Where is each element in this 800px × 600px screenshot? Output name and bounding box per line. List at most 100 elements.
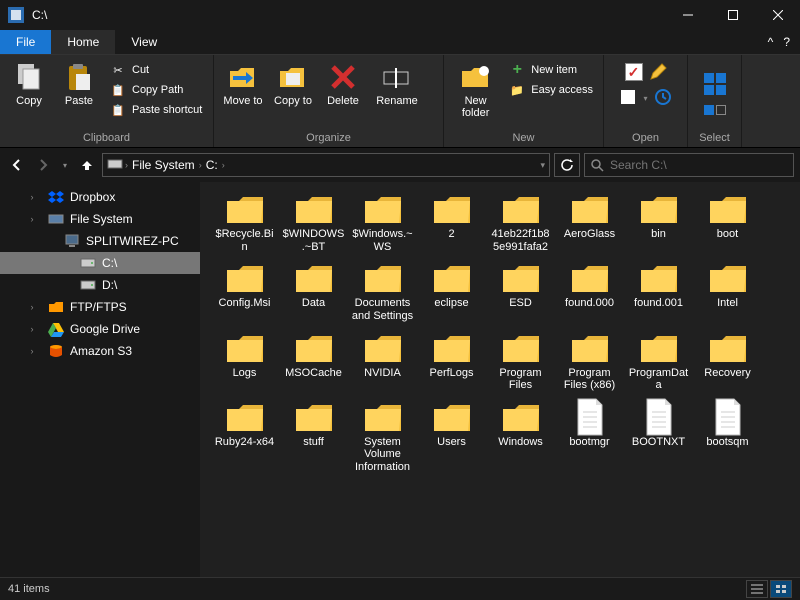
folder-icon xyxy=(705,259,750,297)
tab-home[interactable]: Home xyxy=(51,30,115,54)
up-button[interactable] xyxy=(76,154,98,176)
item-label: boot xyxy=(716,228,739,241)
copy-to-button[interactable]: Copy to xyxy=(270,59,316,109)
breadcrumb-root[interactable]: File System xyxy=(130,158,197,172)
item-label: ESD xyxy=(508,297,533,310)
maximize-button[interactable] xyxy=(710,0,755,30)
folder-item[interactable]: ProgramData xyxy=(626,329,691,392)
folder-item[interactable]: Logs xyxy=(212,329,277,392)
tree-item[interactable]: ›Google Drive xyxy=(0,318,200,340)
folder-icon xyxy=(360,398,405,436)
item-label: MSOCache xyxy=(284,367,343,380)
folder-item[interactable]: MSOCache xyxy=(281,329,346,392)
delete-button[interactable]: Delete xyxy=(320,59,366,109)
paste-button[interactable]: Paste xyxy=(56,59,102,109)
move-to-icon xyxy=(227,61,259,93)
select-all-icon[interactable] xyxy=(704,105,714,115)
easy-access-button[interactable]: 📁Easy access xyxy=(505,81,597,99)
tree-item[interactable]: ›Amazon S3 xyxy=(0,340,200,362)
tree-item[interactable]: ›File System xyxy=(0,208,200,230)
item-label: Logs xyxy=(232,367,258,380)
folder-item[interactable]: boot xyxy=(695,190,760,253)
folder-item[interactable]: $Windows.~WS xyxy=(350,190,415,253)
file-item[interactable]: BOOTNXT xyxy=(626,398,691,474)
folder-item[interactable]: System Volume Information xyxy=(350,398,415,474)
history-dropdown[interactable]: ▾ xyxy=(58,154,72,176)
refresh-button[interactable] xyxy=(554,153,580,177)
item-label: Users xyxy=(436,436,467,449)
paste-shortcut-button[interactable]: 📋Paste shortcut xyxy=(106,101,206,119)
tree-item[interactable]: C:\ xyxy=(0,252,200,274)
ribbon-collapse-icon[interactable]: ^ xyxy=(768,35,774,49)
select-none-icon[interactable] xyxy=(716,105,726,115)
tab-view[interactable]: View xyxy=(115,30,173,54)
folder-item[interactable]: AeroGlass xyxy=(557,190,622,253)
new-folder-button[interactable]: New folder xyxy=(450,59,501,121)
copy-path-button[interactable]: 📋Copy Path xyxy=(106,81,206,99)
file-grid: $Recycle.Bin$WINDOWS.~BT$Windows.~WS241e… xyxy=(200,182,800,577)
tree-item[interactable]: ›FTP/FTPS xyxy=(0,296,200,318)
folder-item[interactable]: PerfLogs xyxy=(419,329,484,392)
folder-item[interactable]: 2 xyxy=(419,190,484,253)
folder-item[interactable]: eclipse xyxy=(419,259,484,322)
folder-item[interactable]: Ruby24-x64 xyxy=(212,398,277,474)
folder-item[interactable]: bin xyxy=(626,190,691,253)
folder-item[interactable]: $WINDOWS.~BT xyxy=(281,190,346,253)
folder-item[interactable]: Config.Msi xyxy=(212,259,277,322)
folder-item[interactable]: Recovery xyxy=(695,329,760,392)
address-dropdown-icon[interactable]: ▾ xyxy=(540,160,545,171)
folder-item[interactable]: Documents and Settings xyxy=(350,259,415,322)
folder-item[interactable]: Program Files (x86) xyxy=(557,329,622,392)
search-input[interactable] xyxy=(610,158,787,172)
item-label: Documents and Settings xyxy=(350,297,415,322)
file-item[interactable]: bootsqm xyxy=(695,398,760,474)
folder-icon xyxy=(291,329,336,367)
open-check-icon[interactable]: ✓ xyxy=(625,63,643,81)
paste-icon xyxy=(63,61,95,93)
folder-icon xyxy=(567,259,612,297)
folder-item[interactable]: ESD xyxy=(488,259,553,322)
copy-button[interactable]: Copy xyxy=(6,59,52,109)
folder-item[interactable]: stuff xyxy=(281,398,346,474)
history-icon[interactable] xyxy=(654,88,672,109)
tree-item[interactable]: D:\ xyxy=(0,274,200,296)
rename-button[interactable]: Rename xyxy=(370,59,424,109)
folder-item[interactable]: 41eb22f1b85e991fafa2 xyxy=(488,190,553,253)
details-view-button[interactable] xyxy=(746,580,768,598)
open-dropdown[interactable] xyxy=(619,88,637,109)
folder-item[interactable]: NVIDIA xyxy=(350,329,415,392)
breadcrumb-current[interactable]: C: xyxy=(204,158,220,172)
move-to-button[interactable]: Move to xyxy=(220,59,266,109)
minimize-button[interactable] xyxy=(665,0,710,30)
folder-item[interactable]: found.001 xyxy=(626,259,691,322)
help-icon[interactable]: ? xyxy=(783,35,790,49)
tree-label: FTP/FTPS xyxy=(70,300,127,314)
forward-button[interactable] xyxy=(32,154,54,176)
folder-icon xyxy=(498,398,543,436)
file-item[interactable]: bootmgr xyxy=(557,398,622,474)
folder-item[interactable]: Program Files xyxy=(488,329,553,392)
item-label: $WINDOWS.~BT xyxy=(281,228,346,253)
cut-button[interactable]: ✂Cut xyxy=(106,61,206,79)
tree-item[interactable]: ›Dropbox xyxy=(0,186,200,208)
drive-icon xyxy=(80,255,96,271)
back-button[interactable] xyxy=(6,154,28,176)
folder-item[interactable]: Users xyxy=(419,398,484,474)
tree-item[interactable]: SPLITWIREZ-PC xyxy=(0,230,200,252)
close-button[interactable] xyxy=(755,0,800,30)
edit-icon[interactable] xyxy=(649,63,667,84)
folder-item[interactable]: Windows xyxy=(488,398,553,474)
folder-icon xyxy=(222,259,267,297)
folder-item[interactable]: $Recycle.Bin xyxy=(212,190,277,253)
folder-item[interactable]: found.000 xyxy=(557,259,622,322)
tree-label: Dropbox xyxy=(70,190,115,204)
folder-item[interactable]: Data xyxy=(281,259,346,322)
new-item-button[interactable]: +New item xyxy=(505,61,597,79)
icons-view-button[interactable] xyxy=(770,580,792,598)
folder-item[interactable]: Intel xyxy=(695,259,760,322)
folder-icon xyxy=(222,398,267,436)
select-icon[interactable] xyxy=(704,73,726,95)
tab-file[interactable]: File xyxy=(0,30,51,54)
search-box[interactable] xyxy=(584,153,794,177)
address-bar[interactable]: › File System › C: › ▾ xyxy=(102,153,550,177)
